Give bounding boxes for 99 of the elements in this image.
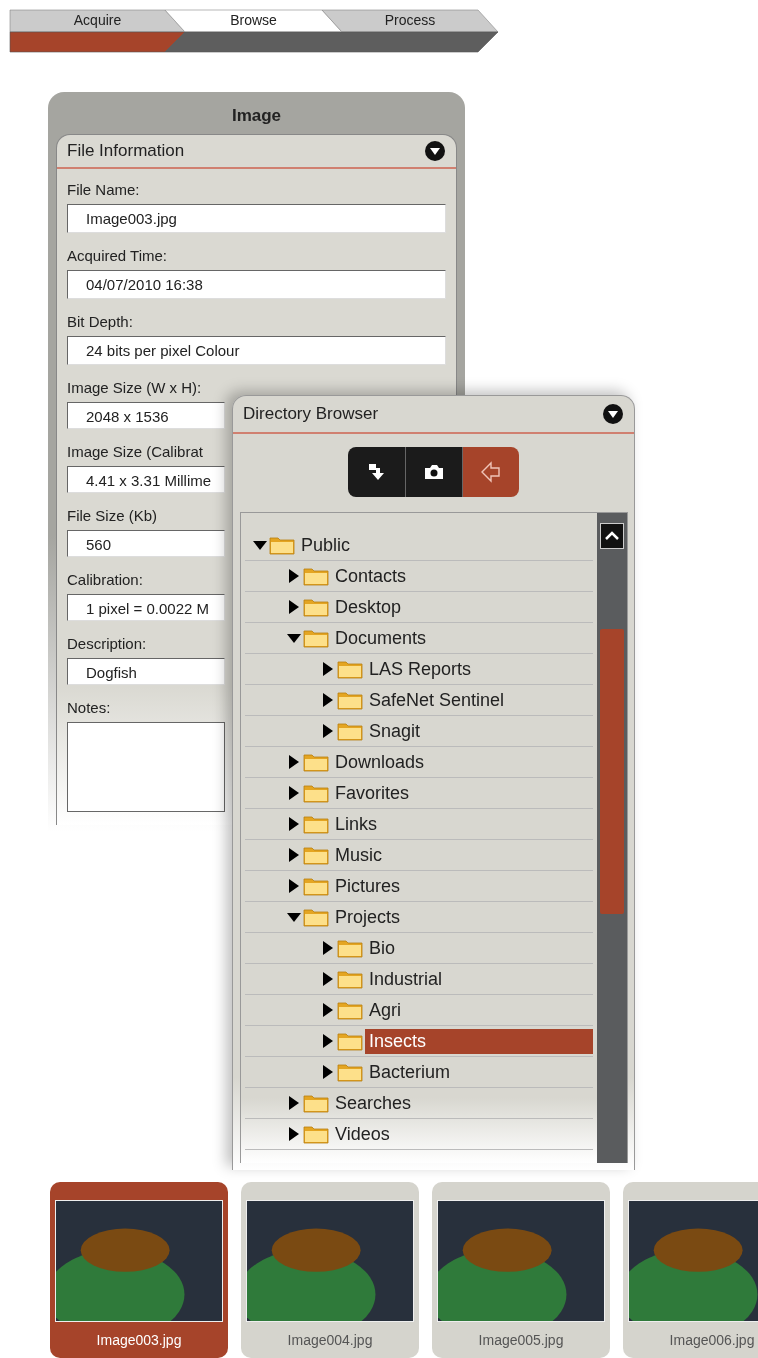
scroll-thumb[interactable] — [600, 629, 624, 914]
text-field[interactable]: 04/07/2010 16:38 — [67, 270, 446, 299]
text-field[interactable]: Dogfish — [67, 658, 225, 685]
collapse-triangle-icon[interactable] — [287, 631, 301, 645]
collapse-icon[interactable] — [602, 403, 624, 425]
folder-item[interactable]: Downloads — [331, 749, 429, 775]
folder-icon — [303, 1124, 329, 1144]
folder-item[interactable]: Public — [297, 532, 355, 558]
expand-triangle-icon[interactable] — [321, 941, 335, 955]
folder-item[interactable]: Contacts — [331, 563, 411, 589]
folder-item[interactable]: Industrial — [365, 966, 447, 992]
folder-item[interactable]: Desktop — [331, 594, 406, 620]
folder-item[interactable]: Music — [331, 842, 386, 868]
text-field[interactable]: 4.41 x 3.31 Millime — [67, 466, 225, 493]
panel-title: Image — [230, 105, 283, 127]
folder-icon — [337, 969, 363, 989]
collapse-triangle-icon[interactable] — [287, 910, 301, 924]
field-label: Image Size (W x H): — [67, 378, 203, 398]
expand-triangle-icon[interactable] — [287, 569, 301, 583]
field-label: Description: — [67, 634, 148, 654]
folder-icon — [303, 628, 329, 648]
collapse-triangle-icon[interactable] — [253, 538, 267, 552]
folder-icon — [337, 1000, 363, 1020]
scrollbar[interactable] — [597, 513, 627, 1163]
folder-icon — [303, 752, 329, 772]
expand-triangle-icon[interactable] — [321, 662, 335, 676]
thumbnail-card[interactable]: Image004.jpg — [241, 1182, 419, 1358]
folder-item[interactable]: Searches — [331, 1090, 416, 1116]
folder-icon — [337, 938, 363, 958]
expand-triangle-icon[interactable] — [321, 1065, 335, 1079]
panel-title: Directory Browser — [243, 404, 379, 424]
camera-icon — [423, 463, 445, 481]
expand-triangle-icon[interactable] — [287, 848, 301, 862]
expand-triangle-icon[interactable] — [287, 1127, 301, 1141]
folder-icon — [303, 783, 329, 803]
expand-triangle-icon[interactable] — [287, 786, 301, 800]
field-label: File Size (Kb) — [67, 506, 159, 526]
expand-triangle-icon[interactable] — [321, 1003, 335, 1017]
folder-icon — [303, 566, 329, 586]
text-field[interactable]: 1 pixel = 0.0022 M — [67, 594, 225, 621]
folder-icon — [337, 1031, 363, 1051]
toolbar-button[interactable] — [348, 447, 405, 497]
field-label: Notes: — [67, 698, 112, 718]
thumbnail-label: Image005.jpg — [477, 1331, 565, 1348]
folder-icon — [303, 845, 329, 865]
expand-triangle-icon[interactable] — [287, 755, 301, 769]
expand-triangle-icon[interactable] — [321, 1034, 335, 1048]
notes-field[interactable] — [67, 722, 225, 812]
thumbnail-card[interactable]: Image006.jpg — [623, 1182, 758, 1358]
folder-icon — [303, 814, 329, 834]
folder-item[interactable]: Videos — [331, 1121, 394, 1147]
folder-item[interactable]: Projects — [331, 904, 405, 930]
folder-icon — [269, 535, 295, 555]
folder-item[interactable]: LAS Reports — [365, 656, 476, 682]
expand-triangle-icon[interactable] — [287, 879, 301, 893]
folder-icon — [337, 690, 363, 710]
text-field[interactable]: 560 — [67, 530, 225, 557]
thumbnail-label: Image003.jpg — [95, 1331, 183, 1348]
field-label: Bit Depth: — [67, 312, 134, 332]
expand-triangle-icon[interactable] — [321, 693, 335, 707]
expand-triangle-icon[interactable] — [287, 600, 301, 614]
collapse-icon[interactable] — [424, 140, 446, 162]
folder-icon — [303, 876, 329, 896]
import-arrow-icon — [366, 462, 387, 482]
field-label: Calibration: — [67, 570, 144, 590]
folder-item[interactable]: Documents — [331, 625, 431, 651]
expand-triangle-icon[interactable] — [287, 1096, 301, 1110]
folder-icon — [337, 659, 363, 679]
folder-item[interactable]: Agri — [365, 997, 405, 1023]
field-label: Acquired Time: — [67, 246, 169, 266]
left-arrow-icon — [480, 461, 502, 483]
expand-triangle-icon[interactable] — [321, 724, 335, 738]
thumbnail-card[interactable]: Image003.jpg — [50, 1182, 228, 1358]
folder-item[interactable]: Links — [331, 811, 382, 837]
folder-item[interactable]: SafeNet Sentinel — [365, 687, 509, 713]
scroll-up-icon[interactable] — [600, 523, 624, 549]
folder-icon — [337, 721, 363, 741]
folder-item[interactable]: Favorites — [331, 780, 414, 806]
toolbar-button[interactable] — [405, 447, 462, 497]
folder-icon — [303, 1093, 329, 1113]
text-field[interactable]: 2048 x 1536 — [67, 402, 225, 429]
text-field[interactable]: 24 bits per pixel Colour — [67, 336, 446, 365]
section-title: File Information — [67, 141, 185, 161]
field-label: Image Size (Calibrat — [67, 442, 204, 462]
folder-item[interactable]: Insects — [365, 1028, 593, 1054]
folder-icon — [303, 907, 329, 927]
thumbnail-card[interactable]: Image005.jpg — [432, 1182, 610, 1358]
text-field[interactable]: Image003.jpg — [67, 204, 446, 233]
folder-item[interactable]: Bio — [365, 935, 399, 961]
folder-item[interactable]: Snagit — [365, 718, 425, 744]
folder-item[interactable]: Bacterium — [365, 1059, 455, 1085]
folder-item[interactable]: Pictures — [331, 873, 405, 899]
folder-icon — [303, 597, 329, 617]
field-label: File Name: — [67, 180, 141, 200]
thumbnail-label: Image006.jpg — [668, 1331, 756, 1348]
expand-triangle-icon[interactable] — [287, 817, 301, 831]
expand-triangle-icon[interactable] — [321, 972, 335, 986]
thumbnail-label: Image004.jpg — [286, 1331, 374, 1348]
folder-icon — [337, 1062, 363, 1082]
